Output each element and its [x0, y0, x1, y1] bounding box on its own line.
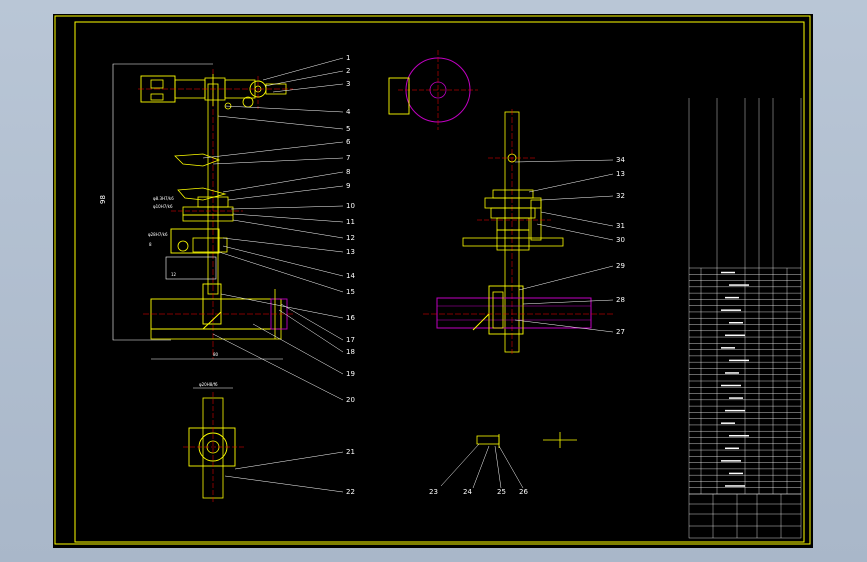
callout-31: 31 — [616, 222, 625, 230]
callout-27: 27 — [616, 328, 625, 336]
callout-5: 5 — [346, 125, 350, 133]
callout-22: 22 — [346, 488, 355, 496]
callout-32: 32 — [616, 192, 625, 200]
callout-3: 3 — [346, 80, 350, 88]
callout-6: 6 — [346, 138, 351, 146]
mechanical-assembly-drawing: 98 φ8.3H7/k6 φ10H7/k6 φ28H7/k6 12 8 80 1… — [54, 15, 811, 545]
callout-7: 7 — [346, 154, 350, 162]
callout-17: 17 — [346, 336, 355, 344]
callout-28: 28 — [616, 296, 625, 304]
block-width-dim: 12 — [171, 272, 177, 277]
cad-viewport[interactable]: 98 φ8.3H7/k6 φ10H7/k6 φ28H7/k6 12 8 80 1… — [53, 14, 813, 548]
callout-23: 23 — [429, 488, 438, 496]
fit-dim-b: φ10H7/k6 — [153, 204, 173, 209]
callout-15: 15 — [346, 288, 355, 296]
left-offset-dim: 8 — [149, 242, 152, 247]
callout-19: 19 — [346, 370, 355, 378]
callout-9: 9 — [346, 182, 350, 190]
callout-2: 2 — [346, 67, 350, 75]
callout-13b: 13 — [616, 170, 625, 178]
callout-30: 30 — [616, 236, 625, 244]
callout-20: 20 — [346, 396, 355, 404]
small-parts-view: 23 24 25 26 — [429, 432, 577, 496]
callout-24: 24 — [463, 488, 472, 496]
callout-11: 11 — [346, 218, 355, 226]
clamp-width-dim: φ20H8/f6 — [199, 382, 218, 387]
callout-21: 21 — [346, 448, 355, 456]
callout-12: 12 — [346, 234, 355, 242]
callout-29: 29 — [616, 262, 625, 270]
callout-1: 1 — [346, 54, 350, 62]
clamp-detail-view: φ20H8/f6 21 22 — [183, 382, 355, 504]
callout-34: 34 — [616, 156, 625, 164]
parts-list-table — [688, 98, 802, 539]
callout-25: 25 — [497, 488, 506, 496]
callout-4: 4 — [346, 108, 351, 116]
front-view: 98 φ8.3H7/k6 φ10H7/k6 φ28H7/k6 12 8 80 1… — [99, 54, 355, 404]
base-length-dim: 80 — [213, 352, 219, 357]
callout-8: 8 — [346, 168, 350, 176]
side-view: 34 13 32 31 30 29 28 27 — [388, 50, 625, 354]
callout-18: 18 — [346, 348, 355, 356]
shaft-fit-dim: φ28H7/k6 — [148, 232, 168, 237]
callout-14: 14 — [346, 272, 355, 280]
callout-13: 13 — [346, 248, 355, 256]
fit-dim-a: φ8.3H7/k6 — [153, 196, 174, 201]
inner-border — [74, 21, 805, 543]
callout-10: 10 — [346, 202, 355, 210]
overall-height-dim: 98 — [99, 195, 107, 204]
outer-border — [54, 15, 811, 545]
callout-16: 16 — [346, 314, 355, 322]
callout-26: 26 — [519, 488, 528, 496]
